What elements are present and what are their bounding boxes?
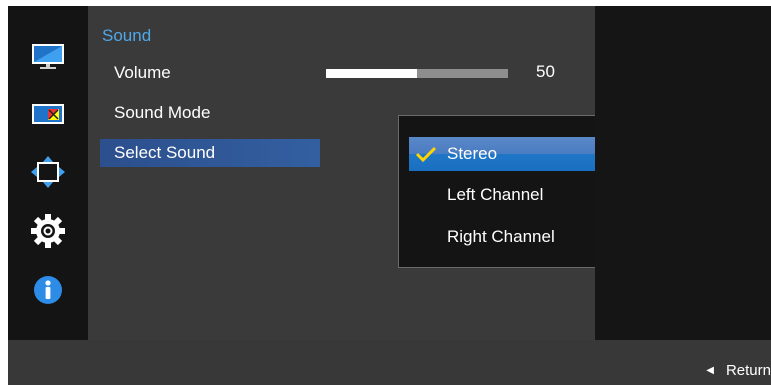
volume-slider[interactable] bbox=[326, 69, 508, 78]
option-label: Stereo bbox=[447, 144, 498, 163]
right-panel bbox=[595, 6, 771, 340]
option-label: Left Channel bbox=[447, 185, 544, 204]
menu-item-sound-mode[interactable]: Sound Mode bbox=[100, 99, 310, 127]
settings-icon[interactable] bbox=[28, 211, 68, 251]
bottom-bar bbox=[8, 340, 771, 385]
sound-menu-panel: Sound Volume 50 Sound Mode Select Sound … bbox=[88, 6, 660, 344]
menu-item-label: Select Sound bbox=[114, 143, 216, 162]
menu-title: Sound bbox=[102, 26, 152, 45]
return-label: Return bbox=[725, 362, 771, 379]
screen-adjust-icon[interactable] bbox=[28, 94, 68, 134]
osd-window: Sound Volume 50 Sound Mode Select Sound … bbox=[8, 6, 771, 385]
volume-slider-fill bbox=[326, 69, 417, 78]
left-arrow-icon: ◀ bbox=[706, 365, 714, 376]
menu-item-select-sound[interactable]: Select Sound bbox=[100, 139, 320, 167]
position-size-icon[interactable] bbox=[28, 152, 68, 192]
menu-item-label: Volume bbox=[114, 63, 171, 82]
checkmark-icon bbox=[415, 137, 437, 171]
information-icon[interactable] bbox=[28, 270, 68, 310]
volume-value: 50 bbox=[536, 62, 555, 81]
return-button[interactable]: ◀ Return bbox=[706, 362, 771, 379]
menu-item-label: Sound Mode bbox=[114, 103, 211, 122]
picture-icon[interactable] bbox=[28, 37, 68, 77]
menu-item-volume[interactable]: Volume bbox=[100, 59, 310, 87]
category-icon-bar bbox=[8, 6, 88, 340]
option-label: Right Channel bbox=[447, 227, 555, 246]
